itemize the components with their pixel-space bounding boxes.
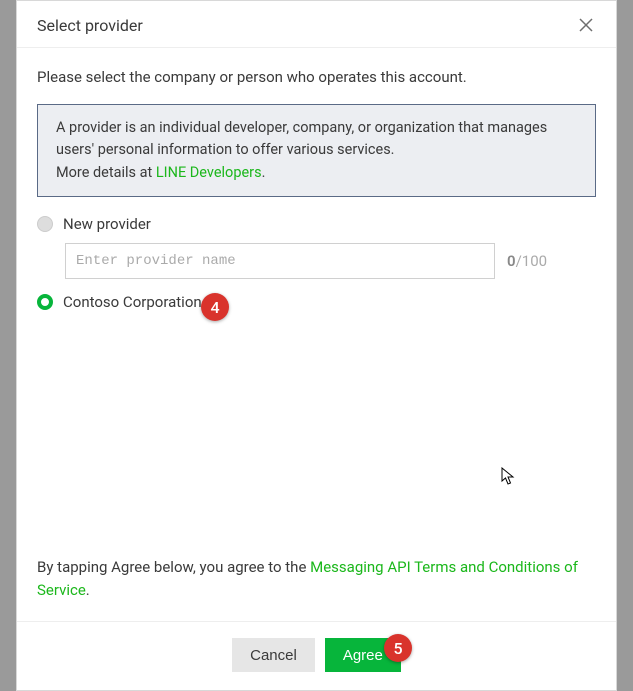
provider-name-input[interactable] <box>65 243 495 279</box>
char-counter-max: /100 <box>516 252 547 270</box>
info-text-1: A provider is an individual developer, c… <box>56 119 547 158</box>
radio-new-provider-row[interactable]: New provider <box>37 215 596 233</box>
instruction-text: Please select the company or person who … <box>37 68 596 86</box>
agree-suffix: . <box>86 581 90 599</box>
info-text-2: More details at <box>56 164 156 181</box>
annotation-badge-5: 5 <box>384 634 412 662</box>
info-box: A provider is an individual developer, c… <box>37 104 596 197</box>
modal-body: Please select the company or person who … <box>17 48 616 621</box>
close-icon <box>579 18 593 32</box>
radio-existing-provider[interactable] <box>37 294 53 310</box>
provider-name-row: 0/100 <box>65 243 596 279</box>
radio-existing-provider-label: Contoso Corporation <box>63 293 202 311</box>
radio-new-provider-label: New provider <box>63 215 151 233</box>
line-developers-link[interactable]: LINE Developers <box>156 164 262 181</box>
info-text-3: . <box>262 164 266 181</box>
radio-new-provider[interactable] <box>37 216 53 232</box>
annotation-badge-4: 4 <box>201 293 229 321</box>
modal-title: Select provider <box>37 16 143 35</box>
char-counter: 0/100 <box>507 252 547 270</box>
select-provider-modal: Select provider Please select the compan… <box>16 0 617 691</box>
agree-disclaimer: By tapping Agree below, you agree to the… <box>37 556 596 601</box>
radio-existing-provider-row[interactable]: Contoso Corporation <box>37 293 596 311</box>
cancel-button[interactable]: Cancel <box>232 638 315 672</box>
char-counter-current: 0 <box>507 252 516 270</box>
close-button[interactable] <box>576 15 596 35</box>
agree-prefix: By tapping Agree below, you agree to the <box>37 558 310 576</box>
modal-footer: Cancel Agree <box>17 621 616 690</box>
modal-header: Select provider <box>17 1 616 48</box>
